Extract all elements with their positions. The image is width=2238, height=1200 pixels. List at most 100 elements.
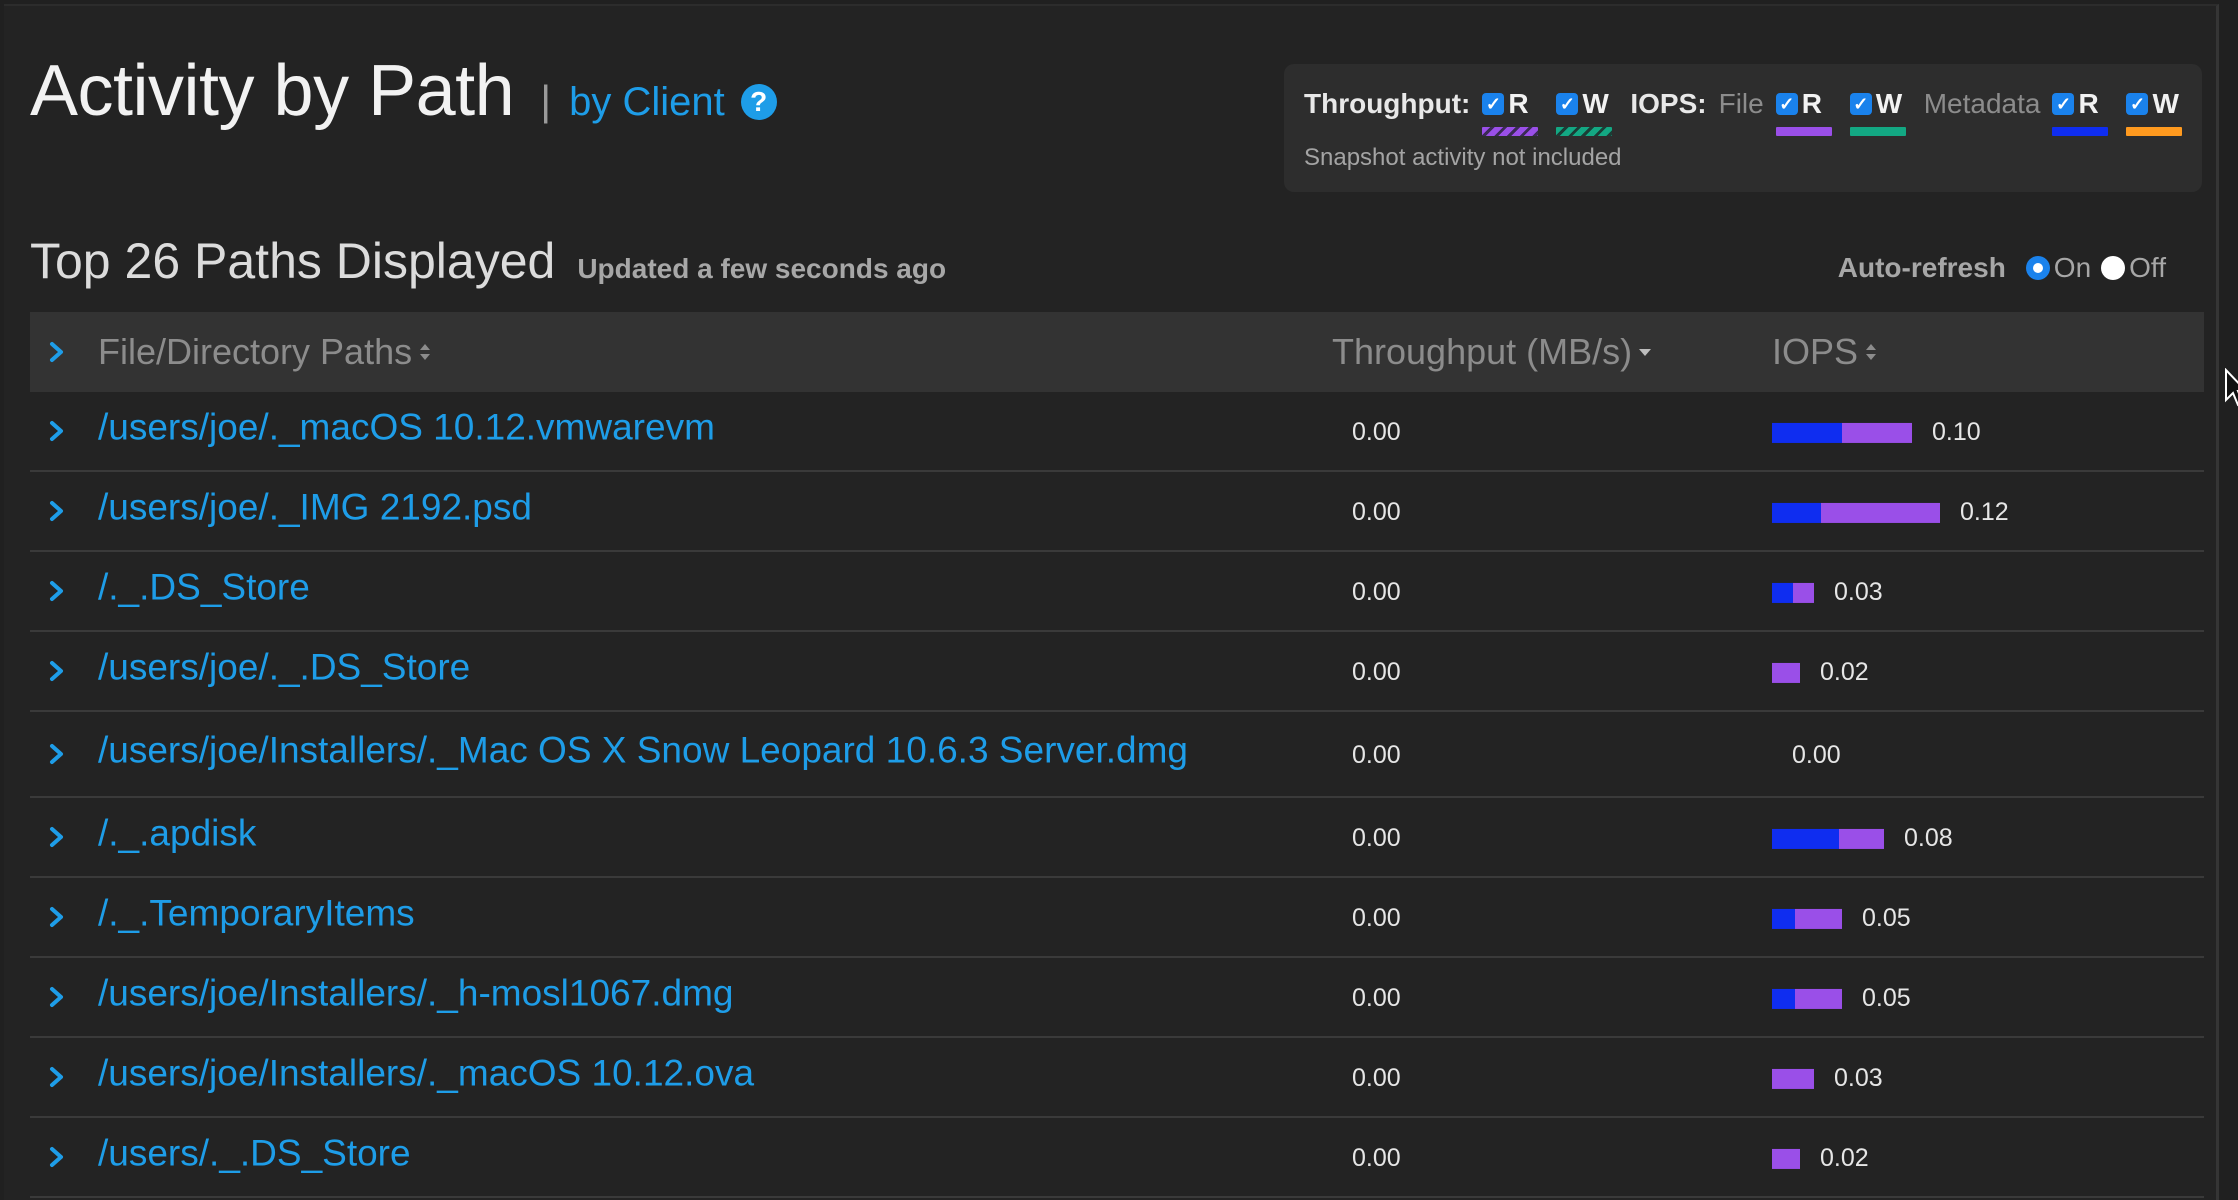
legend-file-write-toggle[interactable]: ✓ W	[1849, 86, 1906, 136]
expand-row-chevron-right-icon[interactable]	[44, 578, 70, 604]
iops-value: 0.02	[1820, 1143, 1869, 1172]
iops-value: 0.00	[1792, 740, 1841, 769]
iops-bar	[1772, 1148, 1800, 1169]
path-link[interactable]: /users/joe/Installers/._macOS 10.12.ova	[98, 1053, 754, 1095]
page-header: Activity by Path | by Client ?	[30, 50, 777, 132]
auto-refresh-off-radio[interactable]	[2101, 256, 2126, 280]
path-link[interactable]: /._.TemporaryItems	[98, 893, 415, 935]
iops-cell: 0.05	[1772, 984, 1911, 1013]
table-row[interactable]: /users/joe/Installers/._macOS 10.12.ova 0…	[30, 1038, 2204, 1118]
iops-bar-metadata-read	[1772, 908, 1795, 929]
table-row[interactable]: /users/joe/._macOS 10.12.vmwarevm 0.00 0.1…	[30, 392, 2204, 472]
auto-refresh-on-label[interactable]: On	[2054, 252, 2091, 284]
iops-bar-file-read	[1793, 582, 1814, 603]
checkbox-checked-icon[interactable]: ✓	[1556, 93, 1579, 115]
table-row[interactable]: /users/joe/Installers/._h-mosl1067.dmg 0.…	[30, 958, 2204, 1038]
legend-swatch	[1482, 127, 1539, 136]
throughput-value: 0.00	[1352, 903, 1401, 932]
legend-swatch	[1556, 127, 1613, 136]
legend-file-label: File	[1718, 88, 1764, 119]
paths-count-title: Top 26 Paths Displayed	[30, 233, 556, 289]
iops-cell: 0.10	[1772, 418, 1981, 447]
iops-bar	[1772, 422, 1912, 443]
expand-row-chevron-right-icon[interactable]	[44, 984, 70, 1010]
path-link[interactable]: /users/._.DS_Store	[98, 1133, 411, 1175]
sort-icon	[1866, 344, 1877, 360]
mouse-pointer-icon	[2225, 368, 2238, 407]
path-link[interactable]: /users/joe/._macOS 10.12.vmwarevm	[98, 407, 715, 449]
path-link[interactable]: /._.apdisk	[98, 813, 256, 855]
iops-bar-file-read	[1842, 422, 1912, 443]
expand-all-chevron-right-icon[interactable]	[44, 339, 70, 365]
throughput-value: 0.00	[1352, 657, 1401, 686]
legend-throughput-write-toggle[interactable]: ✓ W	[1556, 86, 1613, 136]
legend-metadata-read-toggle[interactable]: ✓ R	[2052, 86, 2109, 136]
path-link[interactable]: /users/joe/._.DS_Store	[98, 647, 470, 689]
checkbox-checked-icon[interactable]: ✓	[1775, 93, 1798, 115]
path-link[interactable]: /users/joe/._IMG 2192.psd	[98, 487, 532, 529]
column-label: Throughput (MB/s)	[1332, 331, 1633, 372]
caret-down-icon	[1639, 349, 1652, 356]
table-row[interactable]: /._.DS_Store 0.00 0.03	[30, 552, 2204, 632]
legend-panel: Throughput: ✓ R ✓ W IOPS: File ✓ R ✓ W M…	[1284, 64, 2202, 192]
iops-value: 0.03	[1834, 1063, 1883, 1092]
expand-row-chevron-right-icon[interactable]	[44, 904, 70, 930]
expand-row-chevron-right-icon[interactable]	[44, 1064, 70, 1090]
checkbox-checked-icon[interactable]: ✓	[1849, 93, 1872, 115]
iops-cell: 0.00	[1772, 741, 1841, 770]
table-row[interactable]: /users/._.DS_Store 0.00 0.02	[30, 1118, 2204, 1198]
expand-row-chevron-right-icon[interactable]	[44, 824, 70, 850]
path-link[interactable]: /._.DS_Store	[98, 567, 310, 609]
table-row[interactable]: /users/joe/Installers/._Mac OS X Snow Le…	[30, 712, 2204, 798]
expand-row-chevron-right-icon[interactable]	[44, 418, 70, 444]
legend-swatch	[1775, 127, 1832, 136]
expand-row-chevron-right-icon[interactable]	[44, 498, 70, 524]
iops-bar-file-read	[1821, 502, 1940, 523]
updated-text: Updated a few seconds ago	[577, 253, 947, 284]
page-title: Activity by Path	[30, 51, 515, 131]
expand-row-chevron-right-icon[interactable]	[44, 658, 70, 684]
iops-cell: 0.02	[1772, 658, 1869, 687]
iops-bar	[1772, 908, 1842, 929]
legend-metadata-label: Metadata	[1923, 88, 2041, 119]
legend-letter: R	[1801, 88, 1822, 119]
iops-cell: 0.02	[1772, 1144, 1869, 1173]
legend-metadata-write-toggle[interactable]: ✓ W	[2126, 86, 2183, 136]
iops-value: 0.05	[1862, 983, 1911, 1012]
column-header-iops[interactable]: IOPS	[1772, 331, 1878, 373]
throughput-value: 0.00	[1352, 1143, 1401, 1172]
table-row[interactable]: /._.TemporaryItems 0.00 0.05	[30, 878, 2204, 958]
auto-refresh-on-radio[interactable]	[2025, 256, 2050, 280]
throughput-value: 0.00	[1352, 497, 1401, 526]
checkbox-checked-icon[interactable]: ✓	[1482, 93, 1505, 115]
expand-row-chevron-right-icon[interactable]	[44, 741, 70, 767]
checkbox-checked-icon[interactable]: ✓	[2126, 93, 2149, 115]
table-row[interactable]: /users/joe/._IMG 2192.psd 0.00 0.12	[30, 472, 2204, 552]
legend-file-read-toggle[interactable]: ✓ R	[1775, 86, 1832, 136]
iops-bar-file-read	[1772, 1068, 1814, 1089]
table-row[interactable]: /._.apdisk 0.00 0.08	[30, 798, 2204, 878]
table-body: /users/joe/._macOS 10.12.vmwarevm 0.00 0.1…	[30, 392, 2204, 1198]
by-client-link[interactable]: by Client	[569, 80, 725, 125]
checkbox-checked-icon[interactable]: ✓	[2052, 93, 2075, 115]
expand-row-chevron-right-icon[interactable]	[44, 1144, 70, 1170]
iops-value: 0.02	[1820, 657, 1869, 686]
column-header-throughput[interactable]: Throughput (MB/s)	[1332, 331, 1652, 373]
column-header-path[interactable]: File/Directory Paths	[98, 331, 432, 373]
path-link[interactable]: /users/joe/Installers/._h-mosl1067.dmg	[98, 973, 733, 1015]
legend-swatch	[2052, 127, 2109, 136]
throughput-value: 0.00	[1352, 983, 1401, 1012]
legend-throughput-read-toggle[interactable]: ✓ R	[1482, 86, 1539, 136]
legend-note: Snapshot activity not included	[1304, 144, 1622, 171]
column-label: File/Directory Paths	[98, 331, 413, 372]
iops-bar-metadata-read	[1772, 422, 1842, 443]
table-row[interactable]: /users/joe/._.DS_Store 0.00 0.02	[30, 632, 2204, 712]
auto-refresh-off-label[interactable]: Off	[2129, 252, 2166, 284]
iops-cell: 0.05	[1772, 904, 1911, 933]
path-link[interactable]: /users/joe/Installers/._Mac OS X Snow Le…	[98, 730, 1188, 772]
app-frame: Activity by Path | by Client ? Throughpu…	[4, 4, 2238, 1200]
iops-bar-file-read	[1772, 1148, 1800, 1169]
iops-cell: 0.12	[1772, 498, 2009, 527]
iops-bar-file-read	[1839, 828, 1884, 849]
help-icon[interactable]: ?	[740, 84, 777, 120]
